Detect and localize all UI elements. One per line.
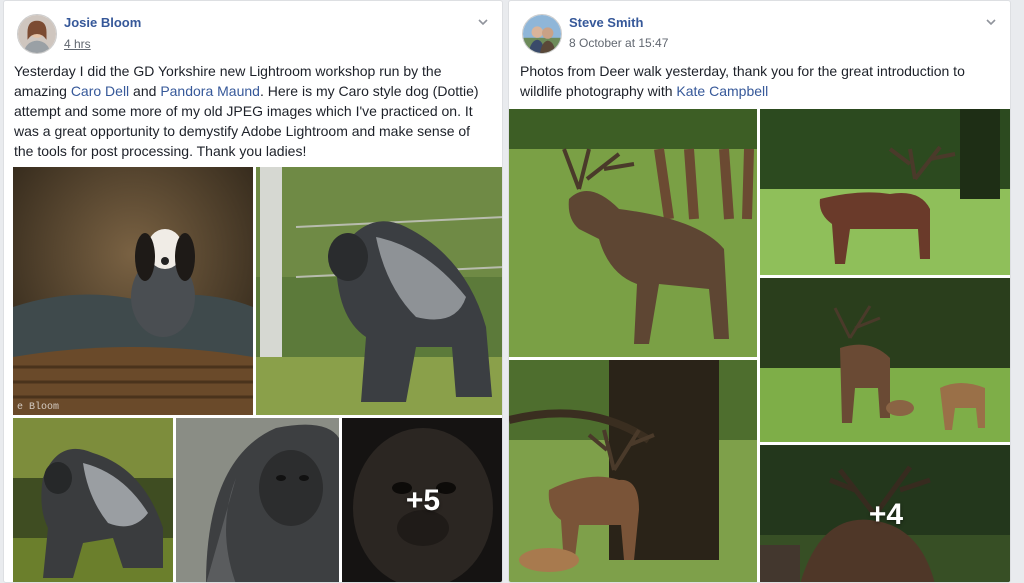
- more-photos-count[interactable]: +5: [342, 418, 502, 582]
- photo-watermark: e Bloom: [17, 402, 60, 413]
- photo-dog[interactable]: e Bloom: [13, 167, 253, 415]
- more-photos-count[interactable]: +4: [760, 445, 1010, 582]
- post-text: Photos from Deer walk yesterday, thank y…: [520, 61, 996, 101]
- post-text-part: and: [129, 83, 161, 99]
- author-name[interactable]: Steve Smith: [569, 15, 643, 30]
- photo-stag-under-tree[interactable]: [509, 360, 757, 582]
- author-avatar[interactable]: [17, 14, 57, 54]
- feed-post: Josie Bloom 4 hrs Yesterday I did the GD…: [3, 0, 503, 583]
- chevron-down-icon[interactable]: [984, 15, 998, 29]
- chevron-down-icon[interactable]: [476, 15, 490, 29]
- tagged-user-link[interactable]: Kate Campbell: [676, 83, 768, 99]
- post-timestamp[interactable]: 4 hrs: [64, 37, 91, 51]
- photo-stag-with-hinds[interactable]: [760, 278, 1010, 442]
- author-avatar[interactable]: [522, 14, 562, 54]
- author-name[interactable]: Josie Bloom: [64, 15, 141, 30]
- photo-stag-bellowing[interactable]: [509, 109, 757, 357]
- photo-gorilla-closeup[interactable]: +5: [342, 418, 502, 582]
- photo-stag-closeup[interactable]: +4: [760, 445, 1010, 582]
- tagged-user-link[interactable]: Caro Dell: [71, 83, 129, 99]
- photo-gorilla-portrait[interactable]: [176, 418, 339, 582]
- post-timestamp[interactable]: 8 October at 15:47: [569, 36, 668, 50]
- photo-stag-in-field[interactable]: [760, 109, 1010, 275]
- post-text: Yesterday I did the GD Yorkshire new Lig…: [14, 61, 488, 161]
- tagged-user-link[interactable]: Pandora Maund: [160, 83, 260, 99]
- photo-gorilla-sitting[interactable]: [13, 418, 173, 582]
- feed-post: Steve Smith 8 October at 15:47 Photos fr…: [508, 0, 1011, 583]
- photo-gorilla-walking[interactable]: [256, 167, 502, 415]
